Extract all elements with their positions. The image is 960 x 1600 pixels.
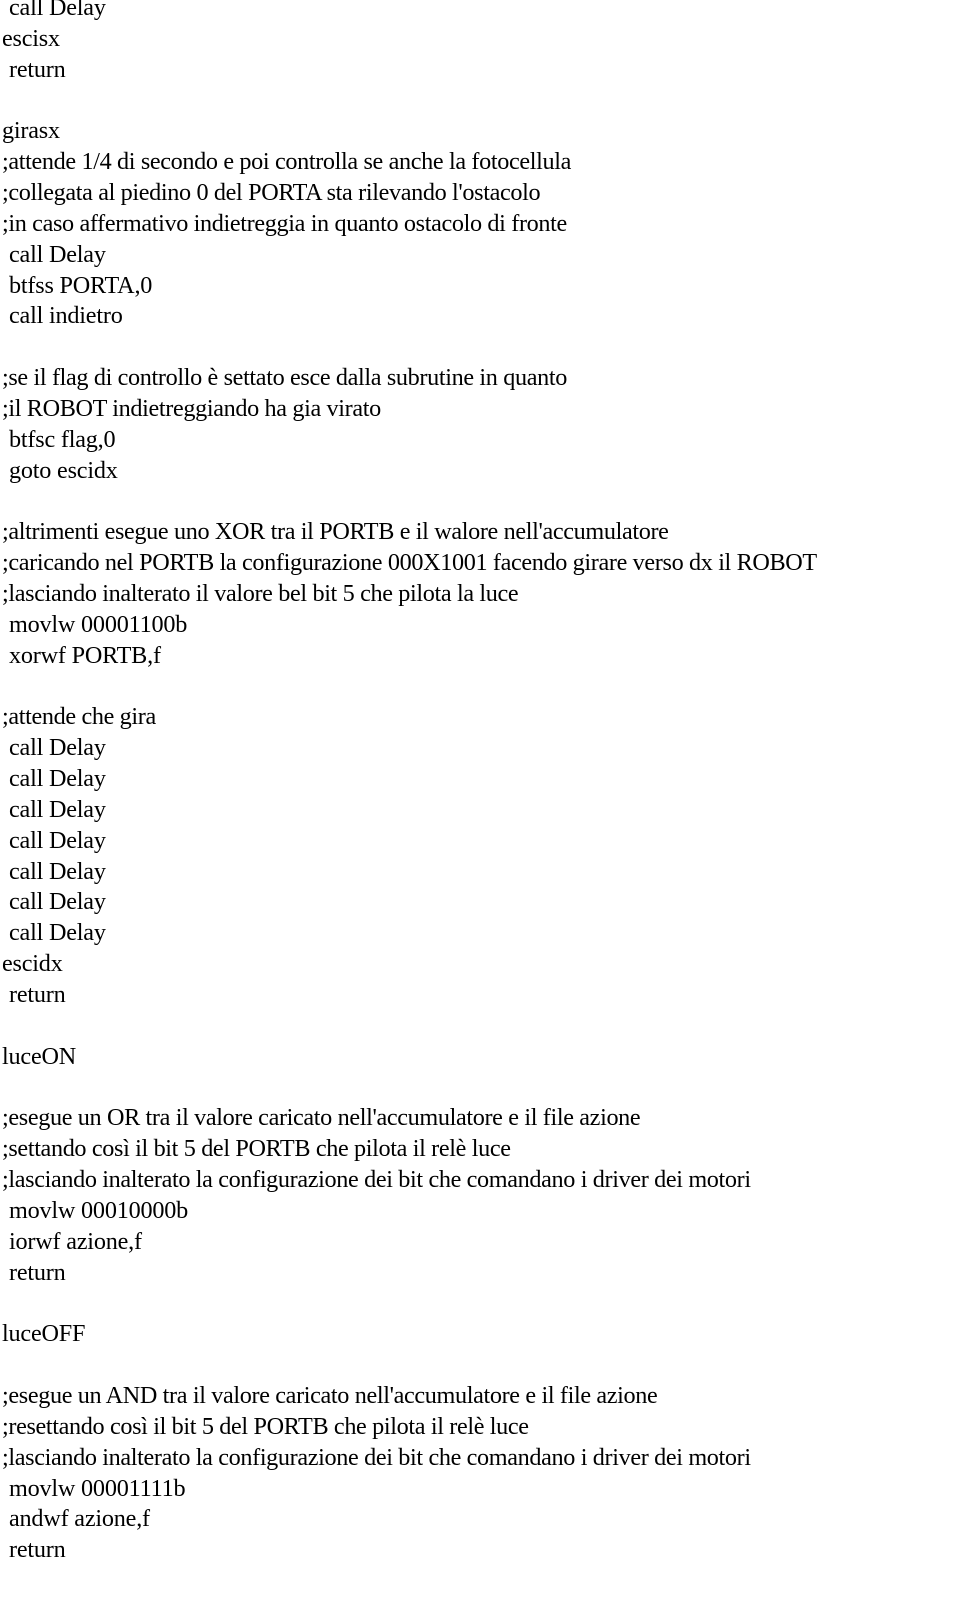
instruction-line: call Delay	[9, 734, 106, 762]
label-line: escidx	[2, 950, 63, 978]
instruction-line: return	[9, 1258, 66, 1286]
instruction-line: call Delay	[9, 240, 106, 268]
comment-line: ;il ROBOT indietreggiando ha gia virato	[2, 394, 381, 422]
instruction-line: call Delay	[9, 0, 106, 21]
instruction-line: call indietro	[9, 302, 123, 330]
instruction-line: call Delay	[9, 919, 106, 947]
instruction-line: goto escidx	[9, 456, 118, 484]
comment-line: ;attende che gira	[2, 703, 156, 731]
instruction-line: call Delay	[9, 888, 106, 916]
comment-line: ;caricando nel PORTB la configurazione 0…	[2, 549, 817, 577]
comment-line: ;lasciando inalterato il valore bel bit …	[2, 580, 519, 608]
instruction-line: call Delay	[9, 826, 106, 854]
instruction-line: return	[9, 981, 66, 1008]
comment-line: ;lasciando inalterato la configurazione …	[2, 1166, 751, 1194]
instruction-line: xorwf PORTB,f	[9, 641, 161, 669]
comment-line: ;attende 1/4 di secondo e poi controlla …	[2, 148, 571, 176]
comment-line: ;resettando così il bit 5 del PORTB che …	[2, 1412, 529, 1440]
instruction-line: movlw 00001111b	[9, 1474, 186, 1502]
label-line: escisx	[2, 24, 60, 52]
instruction-line: call Delay	[9, 765, 106, 793]
instruction-line: movlw 00010000b	[9, 1196, 189, 1224]
comment-line: ;in caso affermativo indietreggia in qua…	[2, 209, 567, 237]
label-line: girasx	[2, 117, 60, 145]
comment-line: ;se il flag di controllo è settato esce …	[2, 364, 567, 392]
comment-line: ;esegue un OR tra il valore caricato nel…	[2, 1104, 641, 1132]
comment-line: ;esegue un AND tra il valore caricato ne…	[2, 1381, 658, 1409]
comment-line: ;altrimenti esegue uno XOR tra il PORTB …	[2, 518, 669, 546]
instruction-line: iorwf azione,f	[9, 1227, 142, 1255]
instruction-line: call Delay	[9, 857, 106, 885]
instruction-line: btfsc flag,0	[9, 425, 116, 453]
instruction-line: andwf azione,f	[9, 1505, 150, 1533]
instruction-line: call Delay	[9, 795, 106, 823]
comment-line: ;settando così il bit 5 del PORTB che pi…	[2, 1135, 511, 1163]
instruction-line: return	[9, 55, 66, 83]
instruction-line: return	[9, 1536, 66, 1564]
instruction-line: btfss PORTA,0	[9, 271, 153, 299]
comment-line: ;collegata al piedino 0 del PORTA sta ri…	[2, 179, 541, 207]
instruction-line: movlw 00001100b	[9, 610, 188, 638]
label-line: luceON	[2, 1042, 77, 1070]
comment-line: ;lasciando inalterato la configurazione …	[2, 1443, 751, 1471]
label-line: luceOFF	[2, 1320, 86, 1348]
assembly-listing: call Delay escisx return girasx ;attende 1/4…	[0, 0, 960, 1566]
